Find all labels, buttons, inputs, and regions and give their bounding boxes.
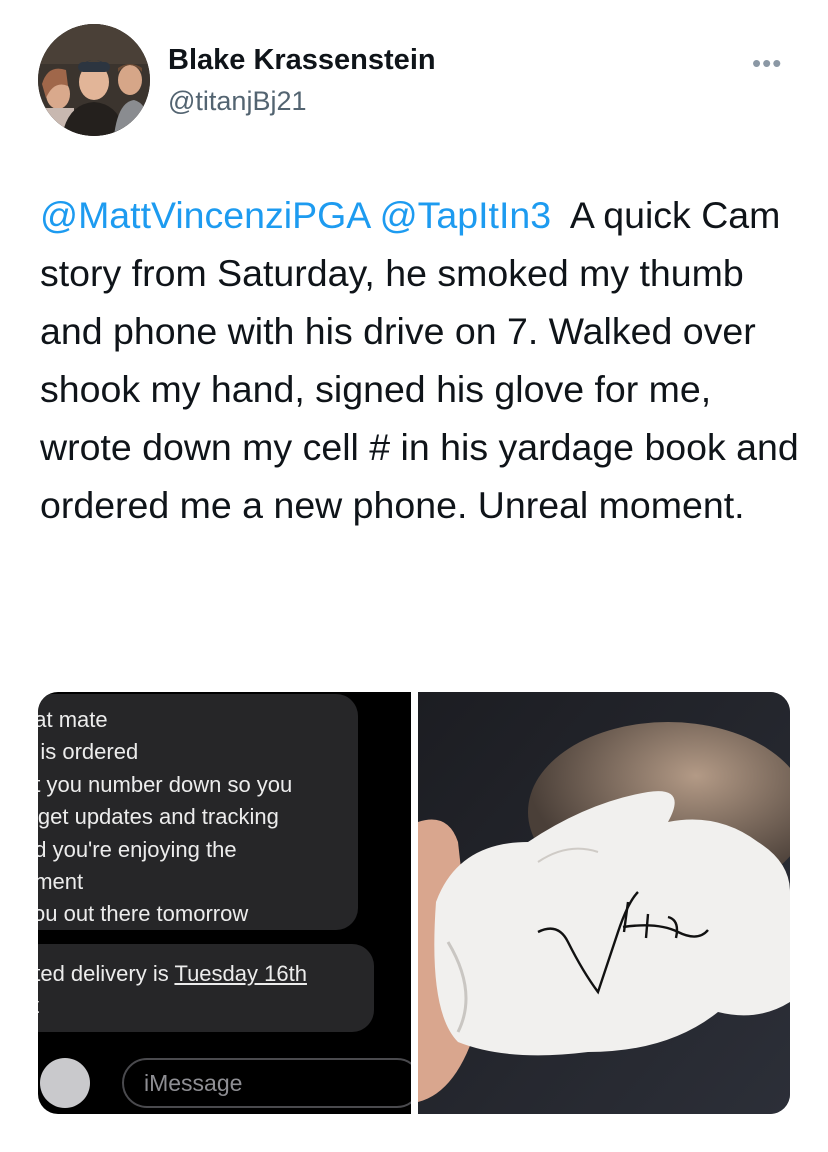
message-line: ll get updates and tracking xyxy=(38,804,279,830)
imessage-input[interactable] xyxy=(122,1058,411,1108)
tweet-media: eat mate e is ordered ot you number down… xyxy=(38,692,790,1114)
avatar-photo xyxy=(38,24,150,136)
message-bubble: ated delivery is Tuesday 16th st xyxy=(38,944,374,1032)
delivery-date-link[interactable]: Tuesday 16th xyxy=(174,961,307,986)
more-options-icon[interactable]: ••• xyxy=(752,50,782,76)
message-bubble: eat mate e is ordered ot you number down… xyxy=(38,694,358,930)
message-line: oment xyxy=(38,868,84,894)
mention-link[interactable]: @TapItIn3 xyxy=(380,194,552,236)
author-handle[interactable]: @titanjBj21 xyxy=(168,86,306,117)
avatar[interactable] xyxy=(38,24,150,136)
tweet-text: @MattVincenziPGA @TapItIn3 A quick Cam s… xyxy=(40,186,800,534)
compose-bar xyxy=(38,1050,411,1114)
message-line: st xyxy=(38,990,356,1022)
message-line: you out there tomorrow xyxy=(38,901,249,927)
author-name[interactable]: Blake Krassenstein xyxy=(168,44,436,77)
message-line: e is ordered xyxy=(38,739,139,765)
app-store-icon[interactable] xyxy=(40,1058,90,1108)
signed-glove-image xyxy=(418,692,790,1114)
message-line: nd you're enjoying the xyxy=(38,836,237,862)
tweet-body: A quick Cam story from Saturday, he smok… xyxy=(40,194,799,526)
message-line: eat mate xyxy=(38,707,108,732)
message-text: ated delivery is xyxy=(38,961,169,986)
message-screenshot[interactable]: eat mate e is ordered ot you number down… xyxy=(38,692,411,1114)
message-line: ot you number down so you xyxy=(38,771,293,797)
message-line: ated delivery is Tuesday 16th xyxy=(38,958,356,990)
glove-photo[interactable] xyxy=(418,692,790,1114)
mention-link[interactable]: @MattVincenziPGA xyxy=(40,194,369,236)
